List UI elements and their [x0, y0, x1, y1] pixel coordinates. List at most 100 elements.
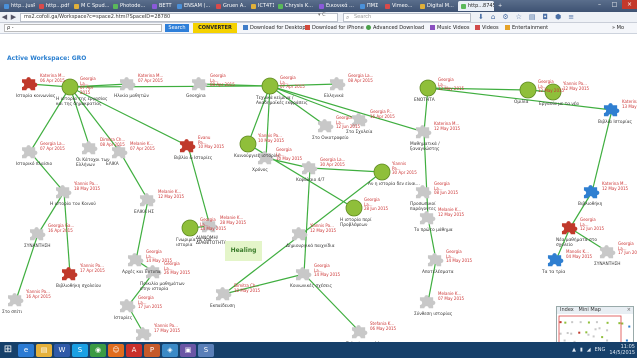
concept-node-circle[interactable]	[519, 81, 537, 99]
back-icon[interactable]: ◀	[0, 13, 9, 21]
browser-tab[interactable]: M C Spud...	[71, 1, 109, 11]
bookmark-download-iphone[interactable]: Download for iPhone	[305, 24, 364, 32]
puzzle-piece-icon[interactable]	[415, 185, 432, 199]
volume-icon[interactable]: ◢	[587, 347, 591, 353]
minimap-close-icon[interactable]: ×	[627, 307, 631, 314]
browser-tab[interactable]: Chrysis K...	[275, 1, 315, 11]
home-icon[interactable]: ⌂	[491, 13, 495, 21]
concept-node-circle[interactable]	[239, 135, 257, 153]
puzzle-piece-icon[interactable]	[295, 267, 312, 281]
concept-node-circle[interactable]	[181, 219, 199, 237]
blue-note-icon[interactable]	[547, 253, 564, 267]
browser-tab[interactable]: http...pdf	[36, 1, 70, 11]
word-icon[interactable]: W	[54, 343, 70, 357]
puzzle-piece-icon[interactable]	[127, 253, 144, 267]
ie-icon[interactable]: e	[18, 343, 34, 357]
tray-language[interactable]: ENG	[595, 347, 606, 353]
url-controls[interactable]: ▾ C	[318, 12, 326, 19]
puzzle-piece-icon[interactable]	[317, 119, 334, 133]
minimap-panel[interactable]: Index Mini Map ×	[556, 306, 634, 342]
puzzle-piece-icon[interactable]	[135, 327, 152, 341]
browser-tab[interactable]: Digital M...	[417, 1, 457, 11]
puzzle-piece-icon[interactable]	[419, 211, 436, 225]
puzzle-piece-icon[interactable]	[291, 227, 308, 241]
puzzle-piece-icon[interactable]	[301, 161, 318, 175]
bookmarks-more[interactable]: » Mo	[612, 24, 624, 32]
forward-icon[interactable]: ▶	[9, 13, 18, 21]
browser-tab[interactable]: ΠΜΣ	[357, 1, 381, 11]
browser-tab[interactable]: Vimeo...	[382, 1, 416, 11]
minimize-button[interactable]: –	[592, 0, 607, 9]
puzzle-piece-icon[interactable]	[427, 253, 444, 267]
chrome-icon[interactable]: ◉	[90, 343, 106, 357]
concept-node-circle[interactable]	[419, 79, 437, 97]
browser-tab[interactable]: BETT	[149, 1, 173, 11]
puzzle-piece-icon[interactable]	[119, 299, 136, 313]
app-icon[interactable]: S	[198, 343, 214, 357]
browser-tab[interactable]: ICT4T12	[248, 1, 274, 11]
minimap-index-tab[interactable]: Index	[560, 307, 574, 313]
browser-tab[interactable]: Photode...	[110, 1, 148, 11]
acrobat-icon[interactable]: A	[126, 343, 142, 357]
puzzle-piece-icon[interactable]	[191, 77, 208, 91]
puzzle-piece-icon[interactable]	[21, 145, 38, 159]
menu-icon[interactable]: ≡	[568, 13, 574, 21]
download-icon[interactable]: ⬇	[478, 13, 484, 21]
concept-node-circle[interactable]	[261, 77, 279, 95]
healing-note[interactable]: Healing	[225, 241, 262, 261]
concept-node-circle[interactable]	[373, 163, 391, 181]
bookmark-videos[interactable]: Videos	[475, 24, 499, 32]
puzzle-piece-icon[interactable]	[55, 185, 72, 199]
network-icon[interactable]: ◈	[162, 343, 178, 357]
sync-icon[interactable]: ⚙	[502, 13, 508, 21]
workspace-canvas[interactable]: Active Workspace: GRO Η ιστορία της εργα…	[0, 34, 637, 342]
red-puzzle-icon[interactable]	[561, 221, 578, 235]
puzzle-piece-icon[interactable]	[215, 287, 232, 301]
converter-button[interactable]: CONVERTER	[193, 23, 237, 33]
browser-tab[interactable]: ENSAM (...	[174, 1, 212, 11]
blue-note-icon[interactable]	[583, 185, 600, 199]
red-puzzle-icon[interactable]	[21, 77, 38, 91]
puzzle-piece-icon[interactable]	[415, 125, 432, 139]
puzzle-piece-icon[interactable]	[419, 295, 436, 309]
close-button[interactable]: ×	[622, 0, 637, 9]
bookmark-star-icon[interactable]: ☆	[516, 13, 522, 21]
bookmark-entertainment[interactable]: Entertainment	[505, 24, 548, 32]
system-clock[interactable]: 11:05 14/5/2015	[609, 344, 635, 356]
bookmark-music-videos[interactable]: Music Videos	[430, 24, 469, 32]
new-tab-button[interactable]: +	[495, 1, 505, 11]
bookmark-advanced-download[interactable]: Advanced Download	[366, 24, 424, 32]
folder-icon[interactable]: ▤	[36, 343, 52, 357]
puzzle-piece-icon[interactable]	[329, 77, 346, 91]
powerpoint-icon[interactable]: P	[144, 343, 160, 357]
addon-search-field[interactable]: ρ -	[4, 24, 162, 32]
puzzle-piece-icon[interactable]	[119, 77, 136, 91]
bookmark-download-desktop[interactable]: Download for Desktop	[243, 24, 306, 32]
browser-tab[interactable]: http...8745	[458, 1, 494, 11]
blue-note-icon[interactable]	[603, 103, 620, 117]
bookmarks-list-icon[interactable]: ▤	[529, 13, 536, 21]
red-puzzle-icon[interactable]	[61, 267, 78, 281]
firefox-icon[interactable]: ☺	[108, 343, 124, 357]
tray-arrow-icon[interactable]: ▲	[572, 347, 576, 353]
start-button[interactable]: ⊞	[0, 342, 16, 358]
puzzle-piece-icon[interactable]	[81, 141, 98, 155]
puzzle-piece-icon[interactable]	[139, 193, 156, 207]
extension-icon[interactable]: ⬢	[555, 13, 561, 21]
network-icon[interactable]: ▮	[580, 347, 583, 353]
red-puzzle-icon[interactable]	[179, 139, 196, 153]
browser-tab[interactable]: http...jusP	[1, 1, 35, 11]
search-input[interactable]: ⌕ Search	[343, 13, 471, 22]
addon-search-button[interactable]: Search	[165, 24, 189, 32]
pocket-icon[interactable]: ◘	[543, 13, 549, 21]
skype-icon[interactable]: S	[72, 343, 88, 357]
browser-tab[interactable]: Gruen A...	[213, 1, 247, 11]
puzzle-piece-icon[interactable]	[29, 227, 46, 241]
url-bar[interactable]: ms2.cofoli.ga/Workspace?c=space2.html?Sp…	[20, 13, 338, 22]
puzzle-piece-icon[interactable]	[7, 293, 24, 307]
onenote-icon[interactable]: ▣	[180, 343, 196, 357]
maximize-button[interactable]: □	[607, 0, 622, 9]
puzzle-piece-icon[interactable]	[351, 325, 368, 339]
concept-node-circle[interactable]	[345, 199, 363, 217]
browser-tab[interactable]: Εικονικά ...	[316, 1, 356, 11]
